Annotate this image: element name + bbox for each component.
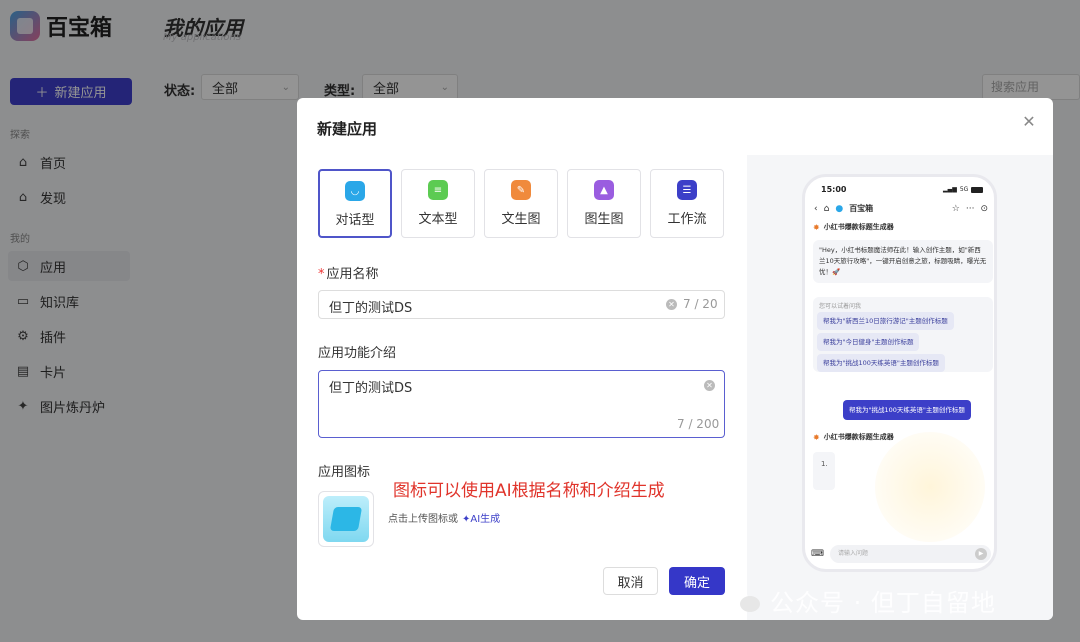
phone-time: 15:00 (821, 185, 847, 194)
text-icon: ≡ (428, 180, 448, 200)
suggestion-item[interactable]: 帮我为"挑战100天练英语"主题创作标题 (817, 354, 945, 372)
network-type: 5G (959, 186, 969, 193)
close-icon[interactable]: ✕ (1021, 114, 1037, 130)
desc-field-label: 应用功能介绍 (318, 346, 397, 361)
name-label-text: 应用名称 (326, 267, 379, 282)
app-description-value: 但丁的测试DS (329, 381, 413, 396)
clear-icon[interactable]: ✕ (704, 380, 715, 391)
dialog-title: 新建应用 (317, 120, 378, 138)
app-name-input[interactable]: 但丁的测试DS ✕ 7 / 20 (318, 290, 725, 319)
wechat-icon (726, 587, 762, 615)
home-icon: ⌂ (823, 203, 830, 214)
watermark: 公众号 · 但丁自留地 (726, 583, 996, 618)
type-option-text[interactable]: ≡ 文本型 (401, 169, 475, 238)
bot-avatar-icon: ✸ (813, 222, 820, 232)
type-option-workflow[interactable]: ☰ 工作流 (650, 169, 724, 238)
bot-header: ✸ 小红书爆款标题生成器 (813, 222, 894, 232)
send-icon[interactable]: ▶ (975, 548, 987, 560)
signal-icon: ▂▄▆ (943, 186, 957, 193)
chat-input-placeholder: 请输入问题 (838, 550, 869, 557)
type-option-label: 工作流 (667, 212, 707, 227)
loading-glow (875, 432, 985, 542)
upload-hint-text[interactable]: 点击上传图标或 (388, 510, 458, 525)
bot-reply: 1. (813, 452, 835, 490)
phone-preview-pane: 15:00 ▂▄▆ 5G ‹ ⌂ ● 百宝箱 ☆ ··· ⊙ ✸ 小红书爆款标题… (747, 155, 1053, 620)
app-description-textarea[interactable]: 但丁的测试DS ✕ 7 / 200 (318, 370, 725, 438)
star-icon: ☆ (951, 203, 960, 214)
brush-icon: ✎ (511, 180, 531, 200)
desc-char-count: 7 / 200 (677, 417, 720, 431)
image-icon: ▲ (594, 180, 614, 200)
suggestion-item[interactable]: 帮我为"新西兰10日旅行游记"主题创作标题 (817, 312, 954, 330)
phone-input-row: ⌨ 请输入问题 ▶ (811, 545, 991, 563)
upload-hint: 点击上传图标或 ✦AI生成 (388, 510, 500, 525)
type-option-label: 文生图 (501, 212, 541, 227)
back-icon: ‹ (814, 203, 818, 214)
user-message: 帮我为"挑战100天练英语"主题创作标题 (843, 400, 971, 420)
more-icon: ··· (965, 203, 975, 214)
phone-status-icons: ▂▄▆ 5G (943, 186, 984, 193)
bot-avatar-icon: ✸ (813, 432, 820, 442)
app-logo-icon: ● (835, 203, 844, 214)
name-char-count: 7 / 20 (683, 297, 718, 311)
type-option-label: 对话型 (335, 213, 375, 228)
cancel-button[interactable]: 取消 (603, 567, 658, 595)
clear-icon[interactable]: ✕ (666, 299, 677, 310)
workflow-icon: ☰ (677, 180, 697, 200)
ai-generate-link[interactable]: ✦AI生成 (462, 510, 500, 525)
bot-name: 小红书爆款标题生成器 (823, 223, 894, 231)
suggestion-item[interactable]: 帮我为"今日健身"主题创作标题 (817, 333, 920, 351)
required-marker: * (318, 267, 325, 282)
phone-nav-bar: ‹ ⌂ ● 百宝箱 ☆ ··· ⊙ (811, 203, 991, 214)
type-option-chat[interactable]: ◡ 对话型 (318, 169, 392, 238)
app-icon-preview (323, 496, 369, 542)
confirm-button[interactable]: 确定 (669, 567, 725, 595)
phone-mockup: 15:00 ▂▄▆ 5G ‹ ⌂ ● 百宝箱 ☆ ··· ⊙ ✸ 小红书爆款标题… (802, 174, 997, 572)
bot-name: 小红书爆款标题生成器 (823, 433, 894, 441)
type-option-image-to-image[interactable]: ▲ 图生图 (567, 169, 641, 238)
phone-chat-input[interactable]: 请输入问题 ▶ (830, 545, 991, 563)
annotation-text: 图标可以使用AI根据名称和介绍生成 (393, 481, 665, 501)
name-field-label: * 应用名称 (318, 263, 379, 282)
suggestion-box: 您可以试着问我 帮我为"新西兰10日旅行游记"主题创作标题 帮我为"今日健身"主… (813, 297, 993, 372)
icon-field-label: 应用图标 (318, 465, 371, 480)
keyboard-icon: ⌨ (811, 549, 824, 559)
bot-reply-header: ✸ 小红书爆款标题生成器 (813, 432, 894, 442)
app-icon-upload[interactable] (318, 491, 374, 547)
app-name-value: 但丁的测试DS (329, 301, 413, 316)
new-app-dialog: 新建应用 ✕ ◡ 对话型 ≡ 文本型 ✎ 文生图 ▲ 图生图 ☰ 工作流 * 应用… (297, 98, 1053, 620)
battery-icon (971, 186, 984, 193)
suggestion-title: 您可以试着问我 (819, 303, 862, 310)
type-option-label: 图生图 (584, 212, 624, 227)
phone-app-name: 百宝箱 (849, 204, 874, 213)
bot-greeting: "Hey，小红书标题魔法师在此！输入创作主题，如"新西兰10天旅行攻略"，一键开… (813, 240, 993, 283)
chat-icon: ◡ (345, 181, 365, 201)
target-icon: ⊙ (980, 203, 988, 214)
type-option-text-to-image[interactable]: ✎ 文生图 (484, 169, 558, 238)
type-option-label: 文本型 (418, 212, 458, 227)
watermark-text: 公众号 · 但丁自留地 (770, 589, 996, 617)
